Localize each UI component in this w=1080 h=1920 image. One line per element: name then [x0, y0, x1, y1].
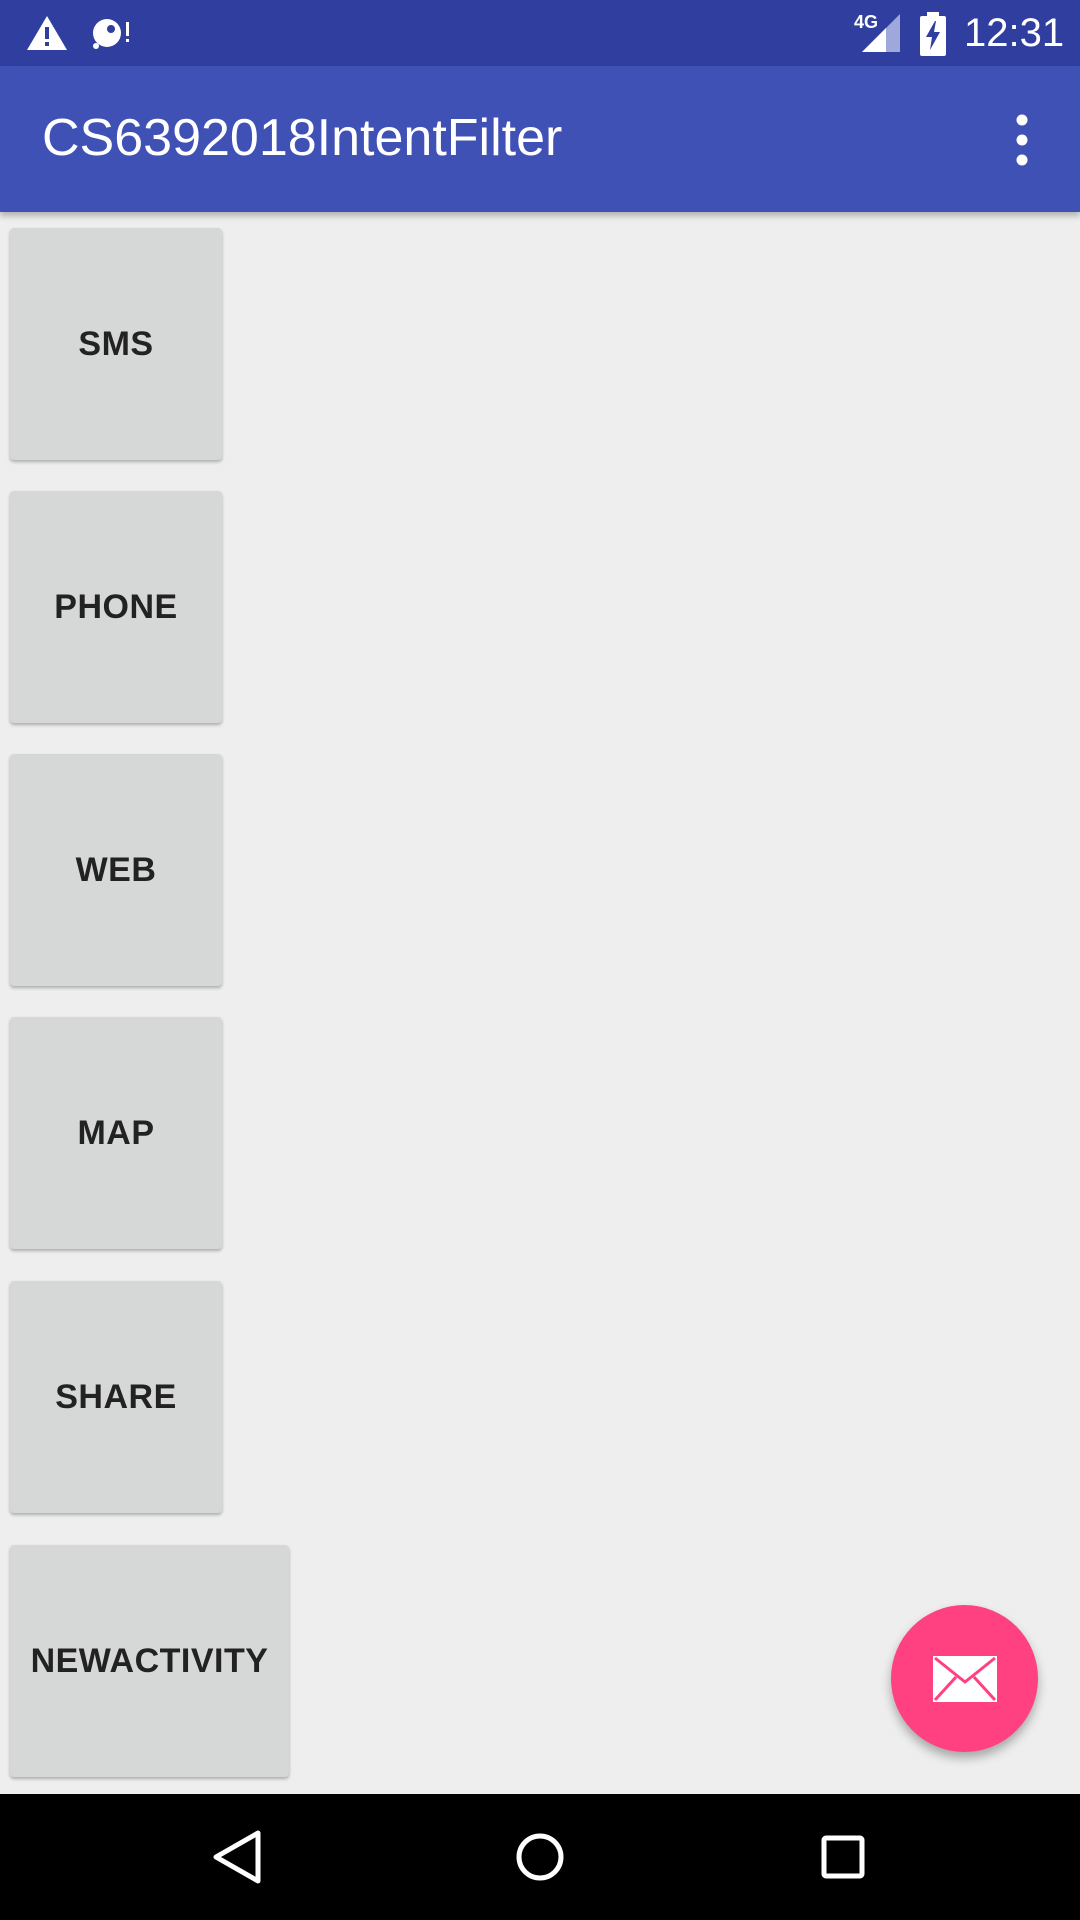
- battery-charging-icon: [920, 12, 946, 56]
- sms-button[interactable]: SMS: [10, 228, 222, 460]
- status-bar: 4G 12:31: [0, 0, 1080, 66]
- email-fab-button[interactable]: [891, 1605, 1038, 1752]
- status-clock: 12:31: [964, 11, 1065, 55]
- more-vert-icon[interactable]: [1000, 110, 1044, 170]
- screen: 4G 12:31 CS6392018IntentFilter SMS PHONE…: [0, 0, 1080, 1920]
- back-icon[interactable]: [204, 1824, 270, 1890]
- cell-signal-icon: [862, 14, 900, 52]
- phone-button[interactable]: PHONE: [10, 491, 222, 723]
- share-button[interactable]: SHARE: [10, 1281, 222, 1513]
- new-activity-button[interactable]: NEWACTIVITY: [10, 1545, 289, 1777]
- app-toolbar: CS6392018IntentFilter: [0, 66, 1080, 212]
- navigation-bar: [0, 1794, 1080, 1920]
- warning-icon: [27, 16, 67, 50]
- app-title: CS6392018IntentFilter: [42, 109, 563, 167]
- disk-alert-icon: [93, 19, 129, 49]
- map-button[interactable]: MAP: [10, 1017, 222, 1249]
- web-button[interactable]: WEB: [10, 754, 222, 986]
- email-icon: [932, 1655, 997, 1702]
- recents-icon[interactable]: [810, 1824, 876, 1890]
- home-icon[interactable]: [507, 1824, 573, 1890]
